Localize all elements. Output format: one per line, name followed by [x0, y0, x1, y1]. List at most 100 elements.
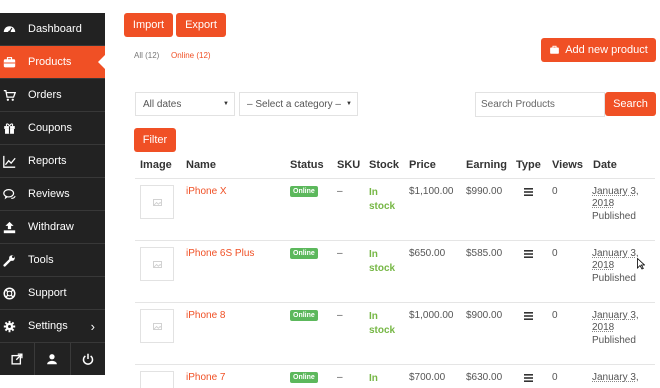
column-header-image: Image	[140, 159, 172, 171]
comments-icon	[3, 189, 16, 200]
search-input[interactable]: Search Products	[475, 92, 605, 117]
import-button[interactable]: Import	[124, 13, 173, 37]
user-icon	[47, 354, 58, 365]
filter-button[interactable]: Filter	[134, 128, 176, 152]
column-header-sku: SKU	[337, 159, 361, 171]
external-link-button[interactable]	[0, 343, 36, 375]
sidebar-item-label: Reports	[28, 155, 67, 167]
sku-value: –	[337, 372, 343, 383]
caret-down-icon: ▼	[223, 101, 229, 107]
sidebar-item-support[interactable]: Support	[0, 277, 105, 310]
publish-date: January 3, 2018	[592, 186, 639, 209]
price-value: $1,000.00	[409, 310, 454, 321]
image-placeholder-icon	[153, 261, 162, 268]
sidebar-item-label: Support	[28, 287, 67, 299]
briefcase-icon	[550, 45, 560, 54]
dashboard-icon	[3, 26, 16, 34]
column-header-type: Type	[516, 159, 541, 171]
price-value: $700.00	[409, 372, 446, 383]
product-thumbnail[interactable]	[140, 371, 174, 388]
sidebar-item-label: Withdraw	[28, 221, 74, 233]
category-filter-select[interactable]: – Select a category – ▼	[239, 92, 358, 116]
product-name-link[interactable]: iPhone 8	[186, 310, 225, 321]
sku-value: –	[337, 186, 343, 197]
column-header-views: Views	[552, 159, 583, 171]
mouse-cursor-icon	[637, 258, 645, 270]
sidebar-item-tools[interactable]: Tools	[0, 244, 105, 277]
lifebuoy-icon	[3, 287, 16, 300]
price-value: $1,100.00	[409, 186, 454, 197]
add-new-product-button[interactable]: Add new product	[541, 38, 656, 62]
product-name-link[interactable]: iPhone 7	[186, 372, 225, 383]
product-type-icon	[524, 188, 533, 196]
views-value: 0	[552, 186, 558, 197]
column-header-earning: Earning	[466, 159, 507, 171]
price-value: $650.00	[409, 248, 446, 259]
category-filter-value: – Select a category –	[247, 98, 341, 110]
status-badge: Online	[290, 248, 318, 259]
status-badge: Online	[290, 186, 318, 197]
sidebar-item-products[interactable]: Products	[0, 46, 106, 79]
sidebar-item-label: Reviews	[28, 188, 70, 200]
sidebar-item-coupons[interactable]: Coupons	[0, 112, 105, 145]
sidebar-item-settings[interactable]: Settings ›	[0, 310, 105, 343]
product-type-icon	[524, 374, 533, 382]
product-name-link[interactable]: iPhone 6S Plus	[186, 248, 254, 259]
chart-icon	[3, 155, 16, 168]
earning-value: $990.00	[466, 186, 503, 197]
image-placeholder-icon	[153, 199, 162, 206]
status-badge: Online	[290, 372, 318, 383]
table-row: iPhone 8 Online – In stock $1,000.00 $90…	[135, 302, 655, 364]
table-row: iPhone 6S Plus Online – In stock $650.00…	[135, 240, 655, 302]
date-filter-select[interactable]: All dates ▼	[135, 92, 235, 116]
product-thumbnail[interactable]	[140, 309, 174, 343]
publish-date: January 3,	[592, 372, 639, 383]
sidebar-item-label: Coupons	[28, 122, 73, 134]
status-filter-online[interactable]: Online (12)	[171, 51, 211, 60]
sidebar: Dashboard Products Orders Coupons Report…	[0, 13, 106, 375]
views-value: 0	[552, 372, 558, 383]
publish-date: January 3, 2018	[592, 248, 639, 271]
earning-value: $900.00	[466, 310, 503, 321]
column-header-name: Name	[186, 159, 216, 171]
status-filter-all[interactable]: All (12)	[134, 51, 159, 60]
upload-icon	[3, 221, 16, 234]
gift-icon	[4, 123, 15, 134]
sidebar-item-label: Dashboard	[28, 23, 82, 35]
date-filter-value: All dates	[143, 98, 182, 110]
user-profile-button[interactable]	[35, 343, 71, 375]
publish-status: Published	[592, 335, 636, 346]
earning-value: $630.00	[466, 372, 503, 383]
sidebar-item-dashboard[interactable]: Dashboard	[0, 13, 105, 46]
stock-status: In	[369, 373, 378, 384]
briefcase-icon	[3, 57, 16, 68]
sidebar-item-orders[interactable]: Orders	[0, 79, 105, 112]
product-thumbnail[interactable]	[140, 247, 174, 281]
caret-down-icon: ▼	[346, 101, 352, 107]
column-header-stock: Stock	[369, 159, 399, 171]
sidebar-item-reports[interactable]: Reports	[0, 145, 105, 178]
sku-value: –	[337, 310, 343, 321]
publish-status: Published	[592, 273, 636, 284]
product-name-link[interactable]: iPhone X	[186, 186, 227, 197]
column-header-date: Date	[593, 159, 617, 171]
publish-date: January 3, 2018	[592, 310, 639, 333]
product-type-icon	[524, 250, 533, 258]
add-new-product-label: Add new product	[565, 44, 648, 56]
search-button[interactable]: Search	[605, 92, 656, 116]
table-row: iPhone 7 Online – In $700.00 $630.00 0 J…	[135, 364, 655, 388]
external-link-icon	[11, 353, 23, 365]
export-button[interactable]: Export	[176, 13, 226, 37]
sidebar-item-withdraw[interactable]: Withdraw	[0, 211, 105, 244]
sidebar-item-reviews[interactable]: Reviews	[0, 178, 105, 211]
table-row: iPhone X Online – In stock $1,100.00 $99…	[135, 178, 655, 240]
product-type-icon	[524, 312, 533, 320]
power-icon	[82, 353, 93, 365]
views-value: 0	[552, 248, 558, 259]
views-value: 0	[552, 310, 558, 321]
gear-icon	[3, 320, 16, 333]
search-placeholder: Search Products	[481, 99, 555, 110]
product-thumbnail[interactable]	[140, 185, 174, 219]
stock-status: In stock	[369, 311, 396, 336]
logout-button[interactable]	[71, 343, 105, 375]
